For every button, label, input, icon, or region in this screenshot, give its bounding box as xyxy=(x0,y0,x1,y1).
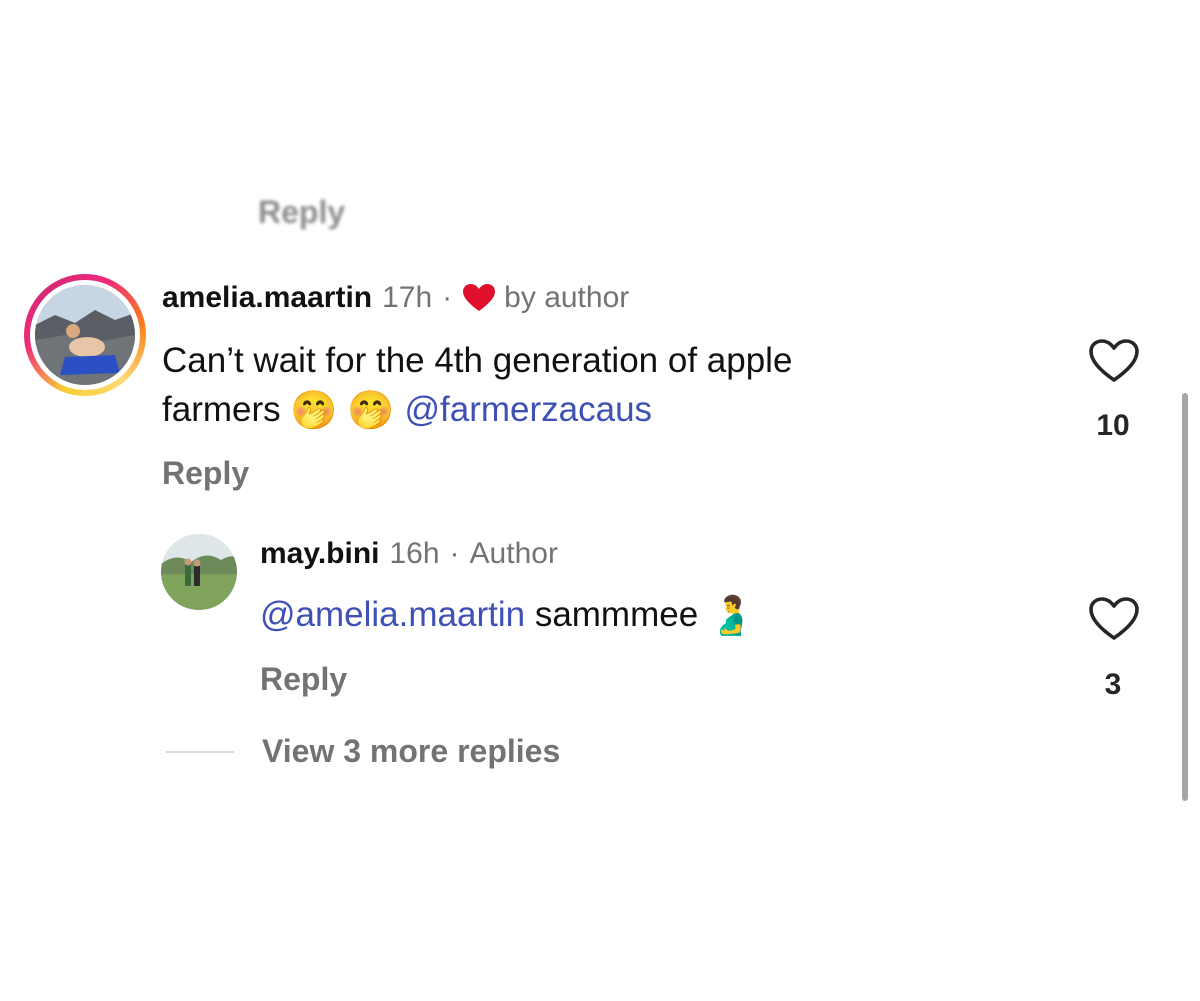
reply-meta: may.bini 16h · Author xyxy=(260,537,558,571)
reply-like-count: 3 xyxy=(1104,668,1122,701)
author-badge: Author xyxy=(469,537,558,570)
comment-reply-button[interactable]: Reply xyxy=(162,455,249,492)
previous-reply-button[interactable]: Reply xyxy=(258,194,345,231)
pregnant-man-emoji: 🫃 xyxy=(707,595,756,638)
reply-body: @amelia.maartin sammmee 🫃 xyxy=(260,590,755,641)
heart-outline-icon[interactable] xyxy=(1088,596,1140,647)
separator-dot: · xyxy=(449,537,460,570)
hand-over-mouth-emoji: 🤭 xyxy=(347,390,395,433)
comment-like-count: 10 xyxy=(1096,409,1130,442)
avatar-image xyxy=(161,534,237,610)
commenter-avatar[interactable] xyxy=(24,274,146,396)
separator-dot: · xyxy=(442,281,453,314)
comment-meta: amelia.maartin 17h · by author xyxy=(162,281,629,315)
comment-text-line-1: Can’t wait for the 4th generation of app… xyxy=(162,341,793,380)
comment-text-line-2: farmers 🤭 🤭 @farmerzacaus xyxy=(162,385,1042,436)
view-more-replies-button[interactable]: View 3 more replies xyxy=(262,733,560,770)
reply-username[interactable]: may.bini xyxy=(260,537,379,571)
comment-body: Can’t wait for the 4th generation of app… xyxy=(162,336,1042,436)
hand-over-mouth-emoji: 🤭 xyxy=(290,390,338,433)
avatar-image xyxy=(35,285,135,385)
comment-timestamp: 17h xyxy=(382,281,433,314)
reply-timestamp: 16h xyxy=(389,537,440,570)
comment-text-word: farmers xyxy=(162,390,281,429)
mention-link[interactable]: @farmerzacaus xyxy=(404,390,652,429)
heart-outline-icon[interactable] xyxy=(1088,338,1140,389)
reply-text: sammmee xyxy=(534,595,699,634)
avatar-photo xyxy=(35,285,135,385)
red-heart-icon xyxy=(462,283,496,313)
scrollbar[interactable] xyxy=(1182,393,1188,801)
mention-link[interactable]: @amelia.maartin xyxy=(260,595,525,634)
view-more-divider xyxy=(166,751,234,753)
comment-username[interactable]: amelia.maartin xyxy=(162,281,372,315)
reply-avatar[interactable] xyxy=(161,534,237,610)
liked-by-author-label: by author xyxy=(504,281,630,314)
reply-reply-button[interactable]: Reply xyxy=(260,661,347,698)
